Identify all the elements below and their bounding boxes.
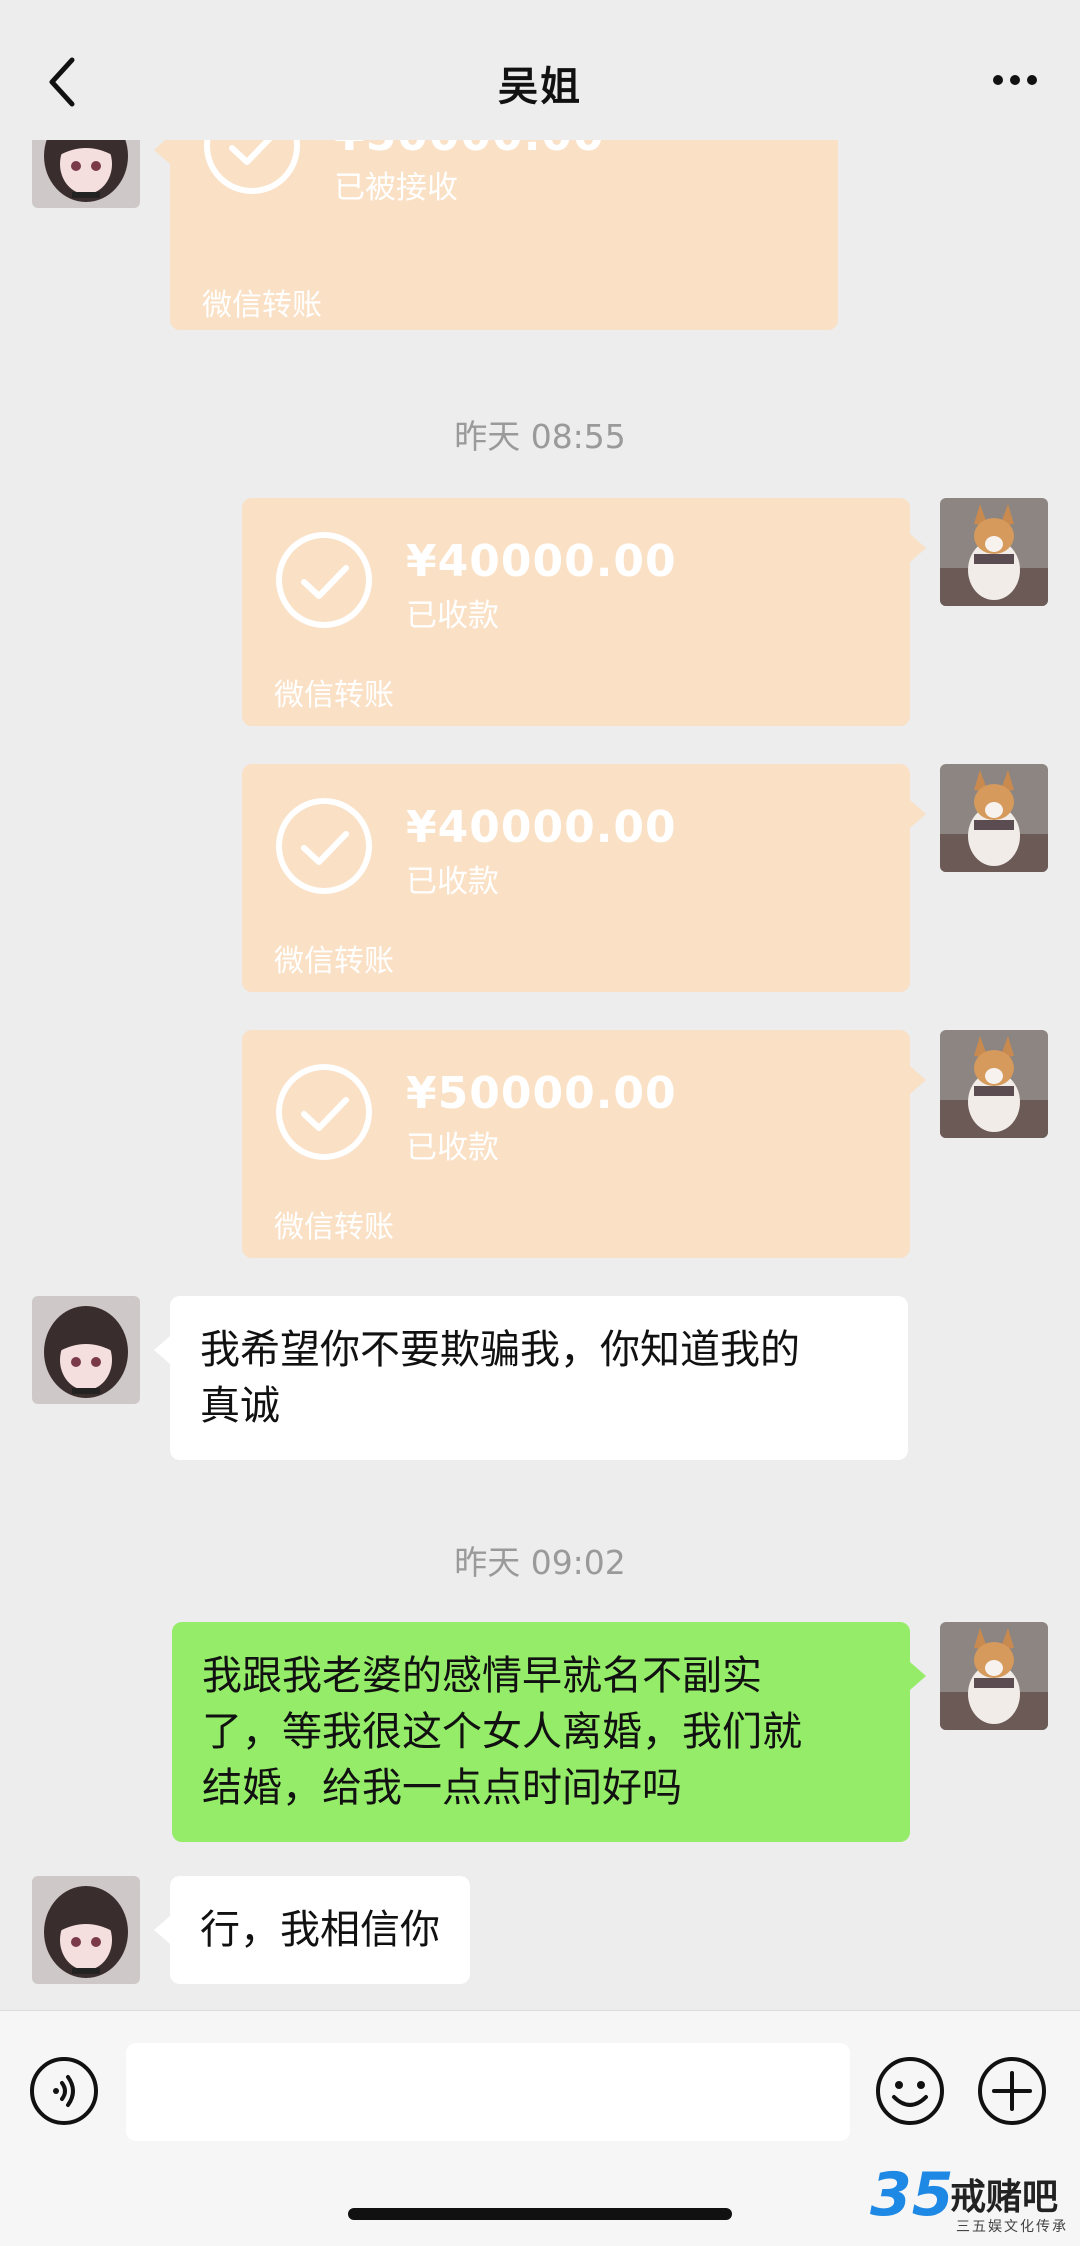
transfer-status: 已收款 [406, 598, 499, 634]
nav-bar: 吴姐 [0, 0, 1080, 140]
message-text-line: 真诚 [200, 1383, 280, 1429]
transfer-card[interactable]: ¥40000.00 已收款 微信转账 [242, 764, 926, 992]
self-avatar[interactable] [940, 498, 1048, 606]
girl-avatar-icon [32, 1876, 140, 1984]
contact-avatar[interactable] [32, 1876, 140, 1984]
transfer-amount: ¥40000.00 [406, 802, 677, 853]
self-avatar[interactable] [940, 764, 1048, 872]
message-text-line: 了，等我很这个女人离婚，我们就 [202, 1709, 802, 1755]
transfer-card[interactable]: ¥50000.00 已收款 微信转账 [242, 1030, 926, 1258]
bubble-tail [154, 1916, 170, 1944]
check-circle-icon [276, 798, 372, 894]
check-circle-icon [276, 532, 372, 628]
transfer-brand: 微信转账 [202, 288, 322, 323]
transfer-brand: 微信转账 [274, 1210, 394, 1245]
voice-input-icon[interactable] [28, 2055, 100, 2127]
message-text-line: 我希望你不要欺骗我，你知道我的 [200, 1327, 800, 1373]
home-indicator[interactable] [348, 2208, 732, 2220]
watermark-subtitle: 三五娱文化传承 [956, 2219, 1068, 2235]
transfer-card[interactable]: ¥40000.00 已收款 微信转账 [242, 498, 926, 726]
transfer-status: 已被接收 [334, 170, 458, 206]
message-text-line: 行，我相信你 [200, 1907, 440, 1953]
girl-avatar-icon [32, 1296, 140, 1404]
check-circle-icon [276, 1064, 372, 1160]
corgi-avatar-icon [940, 1030, 1048, 1138]
chat-area[interactable]: ¥50000.00 已被接收 微信转账 昨天 08:55 ¥40000.00 已… [0, 0, 1080, 2010]
watermark-logo: 35 戒赌吧 三五娱文化传承 [870, 2160, 1070, 2236]
bubble-tail [154, 1336, 170, 1364]
bubble-tail [910, 1662, 926, 1690]
transfer-brand: 微信转账 [274, 944, 394, 979]
self-avatar[interactable] [940, 1622, 1048, 1730]
timestamp: 昨天 08:55 [454, 417, 626, 456]
bubble-tail [910, 534, 926, 562]
timestamp: 昨天 09:02 [454, 1543, 626, 1582]
corgi-avatar-icon [940, 1622, 1048, 1730]
corgi-avatar-icon [940, 498, 1048, 606]
corgi-avatar-icon [940, 764, 1048, 872]
more-options-icon[interactable] [990, 72, 1040, 88]
transfer-amount: ¥50000.00 [406, 1068, 677, 1119]
chat-title: 吴姐 [498, 64, 582, 110]
transfer-status: 已收款 [406, 1130, 499, 1166]
message-input[interactable] [126, 2043, 850, 2141]
message-text-line: 结婚，给我一点点时间好吗 [202, 1765, 682, 1811]
emoji-icon[interactable] [874, 2055, 946, 2127]
message-bubble[interactable]: 我跟我老婆的感情早就名不副实 了，等我很这个女人离婚，我们就 结婚，给我一点点时… [172, 1622, 926, 1842]
message-bubble[interactable]: 我希望你不要欺骗我，你知道我的 真诚 [154, 1296, 908, 1460]
watermark-name: 戒赌吧 [950, 2177, 1059, 2218]
message-text-line: 我跟我老婆的感情早就名不副实 [202, 1653, 762, 1699]
watermark-number: 35 [870, 2160, 954, 2230]
bubble-tail [154, 136, 170, 164]
transfer-amount: ¥40000.00 [406, 536, 677, 587]
bubble-tail [910, 1066, 926, 1094]
message-bubble[interactable]: 行，我相信你 [154, 1876, 470, 1984]
contact-avatar[interactable] [32, 1296, 140, 1404]
transfer-status: 已收款 [406, 864, 499, 900]
self-avatar[interactable] [940, 1030, 1048, 1138]
plus-icon[interactable] [976, 2055, 1048, 2127]
transfer-brand: 微信转账 [274, 678, 394, 713]
bubble-tail [910, 800, 926, 828]
